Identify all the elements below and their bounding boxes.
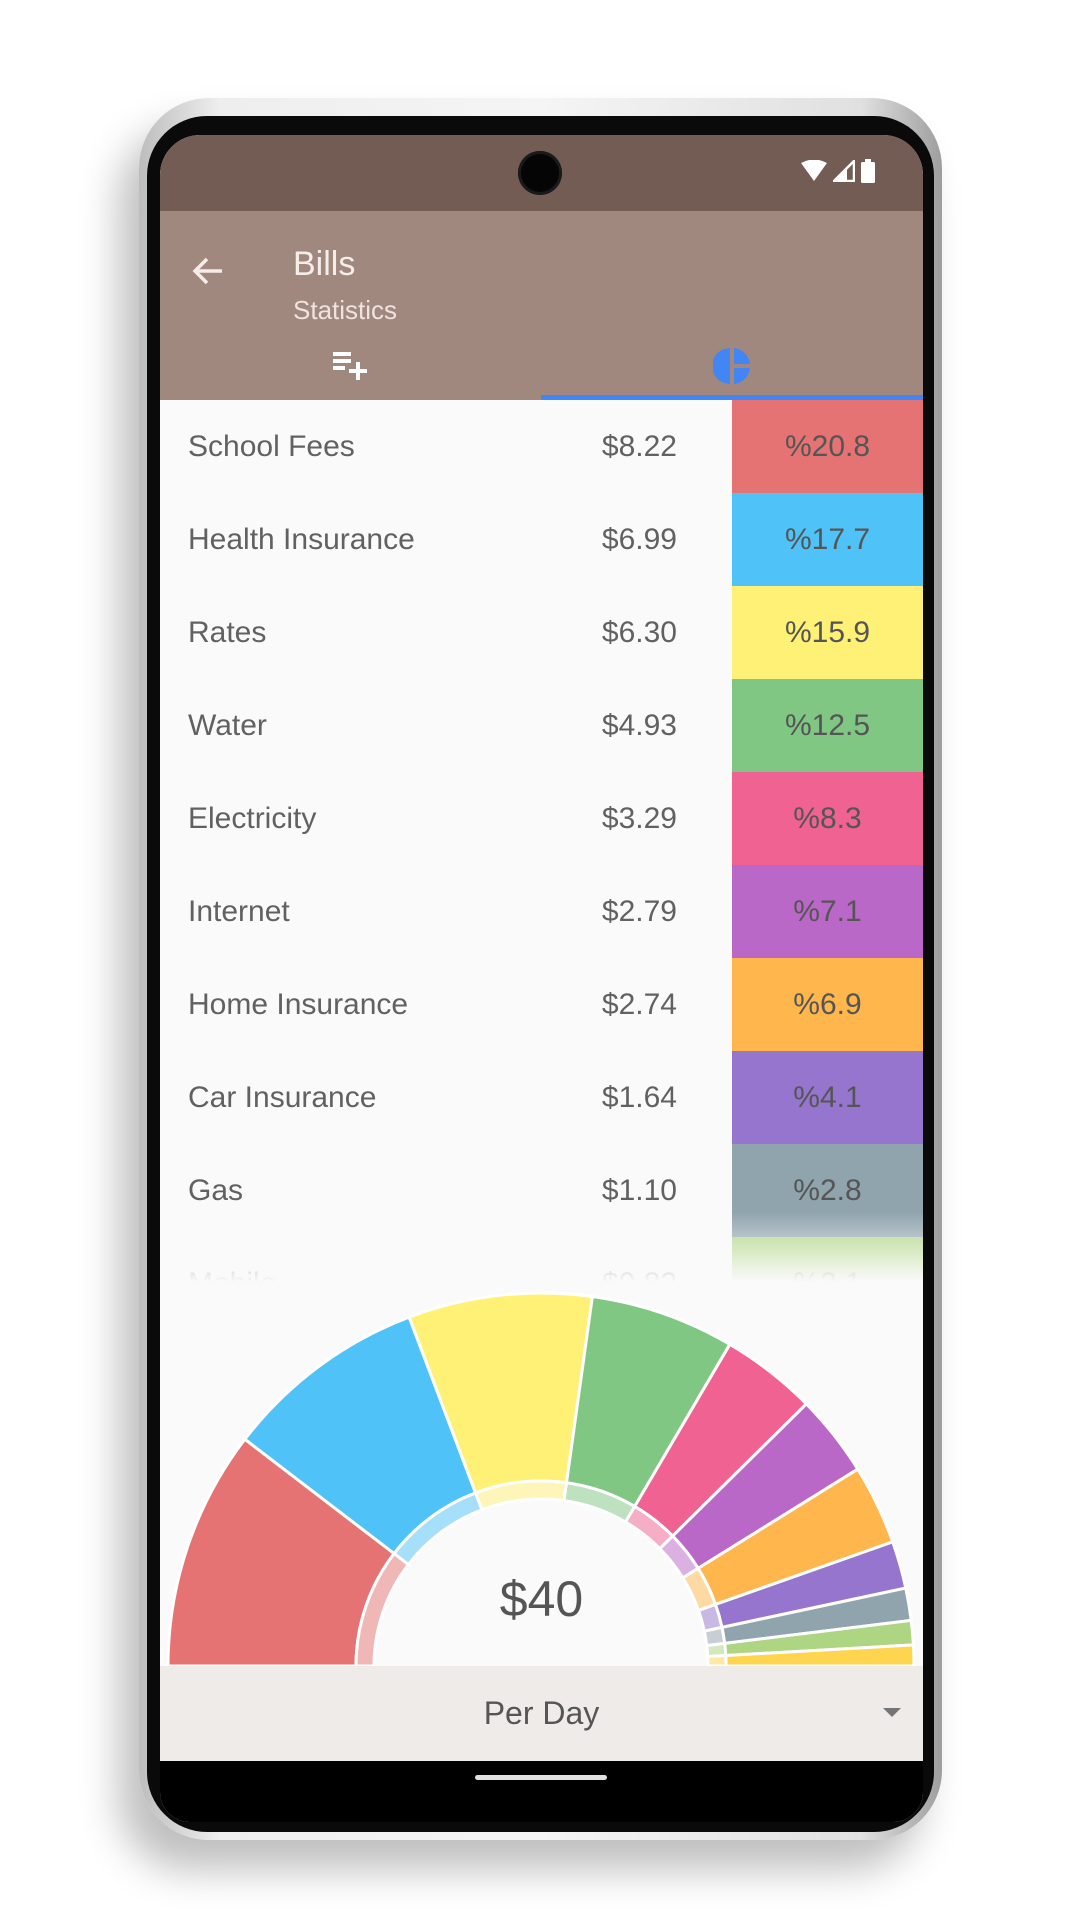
- front-camera: [518, 151, 562, 195]
- item-name: Water: [188, 709, 267, 742]
- item-name: School Fees: [188, 430, 355, 463]
- nav-bar: [160, 1761, 923, 1822]
- back-arrow-icon[interactable]: [188, 251, 228, 291]
- item-percent: %20.8: [732, 400, 923, 493]
- list-item[interactable]: Mobile $0.82 %2.1: [160, 1237, 923, 1282]
- chart-total: $40: [499, 1571, 584, 1627]
- list-item[interactable]: Rates $6.30 %15.9: [160, 586, 923, 679]
- item-name: Health Insurance: [188, 523, 415, 556]
- item-name: Mobile: [188, 1237, 276, 1282]
- period-dropdown[interactable]: Per Day: [160, 1666, 923, 1761]
- list-item[interactable]: Car Insurance $1.64 %4.1: [160, 1051, 923, 1144]
- item-percent: %12.5: [732, 679, 923, 772]
- item-percent: %7.1: [732, 865, 923, 958]
- item-name: Rates: [188, 616, 267, 649]
- item-percent: %17.7: [732, 493, 923, 586]
- item-amount: $2.79: [601, 895, 677, 928]
- list-item[interactable]: Internet $2.79 %7.1: [160, 865, 923, 958]
- page-title: Bills: [293, 245, 356, 283]
- item-amount: $1.64: [601, 1081, 677, 1114]
- item-percent: %8.3: [732, 772, 923, 865]
- home-indicator[interactable]: [475, 1775, 607, 1780]
- list-item[interactable]: Electricity $3.29 %8.3: [160, 772, 923, 865]
- item-percent: %15.9: [732, 586, 923, 679]
- list-item[interactable]: Health Insurance $6.99 %17.7: [160, 493, 923, 586]
- app-bar: Bills Statistics: [160, 211, 923, 400]
- bill-list[interactable]: School Fees $8.22 %20.8 Health Insurance …: [160, 400, 923, 1282]
- tab-statistics[interactable]: [541, 331, 922, 400]
- item-name: Internet: [188, 895, 290, 928]
- tab-list[interactable]: [160, 331, 541, 400]
- item-amount: $0.82: [602, 1237, 677, 1282]
- list-item[interactable]: School Fees $8.22 %20.8: [160, 400, 923, 493]
- item-percent: %6.9: [732, 958, 923, 1051]
- status-bar: [160, 135, 923, 211]
- item-amount: $8.22: [601, 430, 677, 463]
- list-item[interactable]: Water $4.93 %12.5: [160, 679, 923, 772]
- dropdown-arrow-icon: [883, 1708, 901, 1717]
- item-percent: %2.8: [732, 1144, 923, 1237]
- item-amount: $6.30: [601, 616, 677, 649]
- pie-chart-icon: [712, 347, 750, 384]
- item-percent: %4.1: [732, 1051, 923, 1144]
- playlist-add-icon: [332, 351, 367, 380]
- page-subtitle: Statistics: [293, 295, 398, 325]
- period-selected: Per Day: [483, 1695, 600, 1731]
- signal-icon: [833, 160, 855, 182]
- item-amount: $4.93: [601, 709, 677, 742]
- item-name: Car Insurance: [188, 1081, 377, 1114]
- item-amount: $2.74: [601, 988, 677, 1021]
- item-percent: %2.1: [732, 1237, 923, 1282]
- list-item[interactable]: Gas $1.10 %2.8: [160, 1144, 923, 1237]
- list-item[interactable]: Home Insurance $2.74 %6.9: [160, 958, 923, 1051]
- item-amount: $1.10: [601, 1174, 677, 1207]
- battery-icon: [861, 159, 875, 183]
- wifi-icon: [801, 160, 827, 181]
- item-name: Gas: [188, 1174, 244, 1207]
- item-amount: $3.29: [601, 802, 677, 835]
- screen: Bills Statistics School Fees $8.22 %20.8…: [160, 135, 923, 1822]
- item-amount: $6.99: [601, 523, 677, 556]
- item-name: Home Insurance: [188, 988, 409, 1021]
- item-name: Electricity: [188, 802, 317, 835]
